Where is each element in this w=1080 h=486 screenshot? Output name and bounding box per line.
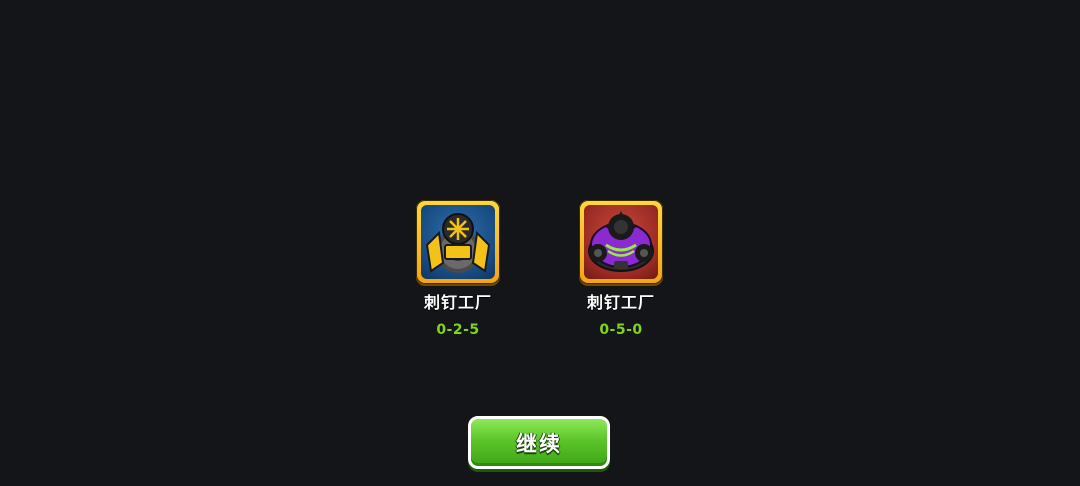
spike-factory-purple-icon: [584, 205, 658, 279]
upgrade-summary-screen: 刺钉工厂 0-2-5 刺钉工厂 0-5-0 继续: [0, 0, 1080, 486]
tower-card-1: 刺钉工厂 0-2-5: [398, 200, 518, 338]
tower-name: 刺钉工厂: [423, 293, 492, 312]
tower-name: 刺钉工厂: [586, 293, 655, 312]
tower-icon-frame: [416, 200, 500, 284]
tower-icon-frame: [579, 200, 663, 284]
continue-button-label: 继续: [516, 431, 562, 456]
tower-upgrade-path: 0-5-0: [599, 322, 643, 338]
tower-card-2: 刺钉工厂 0-5-0: [561, 200, 681, 338]
tower-upgrade-path: 0-2-5: [436, 322, 480, 338]
continue-button[interactable]: 继续: [468, 416, 610, 469]
spike-factory-yellow-icon: [421, 205, 495, 279]
